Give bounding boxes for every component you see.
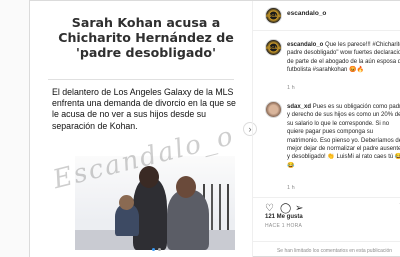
caption-avatar[interactable]: ESCÁNDALO bbox=[265, 39, 282, 56]
share-icon[interactable]: ➢ bbox=[295, 203, 303, 214]
comments-limited-notice: Se han limitado los comentarios en esta … bbox=[253, 241, 400, 254]
carousel-dot bbox=[152, 248, 155, 251]
post-media[interactable]: Sarah Kohan acusa a Chicharito Hernández… bbox=[30, 1, 252, 257]
caption-text: escandalo_o Que les parece!!! #Chicharit… bbox=[287, 42, 400, 74]
header-username[interactable]: escandalo_o bbox=[287, 10, 326, 17]
comment-text: sdax_xd Pues es su obligación como padre… bbox=[287, 104, 400, 169]
carousel-dot bbox=[158, 248, 161, 251]
post-sidebar: ESCÁNDALO escandalo_o ••• ESCÁNDALO esca… bbox=[252, 1, 400, 257]
post-date: HACE 1 HORA bbox=[265, 223, 303, 229]
carousel-dots bbox=[152, 248, 161, 251]
commenter-avatar[interactable] bbox=[265, 101, 282, 118]
likes-count[interactable]: 121 Me gusta bbox=[265, 214, 303, 220]
post-header: ESCÁNDALO escandalo_o ••• bbox=[253, 1, 400, 31]
caption-time: 1 h bbox=[287, 85, 295, 91]
comment-username[interactable]: sdax_xd bbox=[287, 104, 311, 110]
comment-icon[interactable]: ◯ bbox=[280, 203, 291, 214]
post-frame: Sarah Kohan acusa a Chicharito Hernández… bbox=[29, 0, 400, 257]
headline-divider bbox=[48, 79, 234, 80]
person-man bbox=[167, 190, 209, 250]
comment-time: 1 h bbox=[287, 185, 295, 191]
post-headline: Sarah Kohan acusa a Chicharito Hernández… bbox=[58, 15, 234, 60]
heart-icon[interactable]: ♡ bbox=[265, 203, 274, 214]
caption-username[interactable]: escandalo_o bbox=[287, 42, 323, 48]
avatar[interactable]: ESCÁNDALO bbox=[265, 7, 282, 24]
